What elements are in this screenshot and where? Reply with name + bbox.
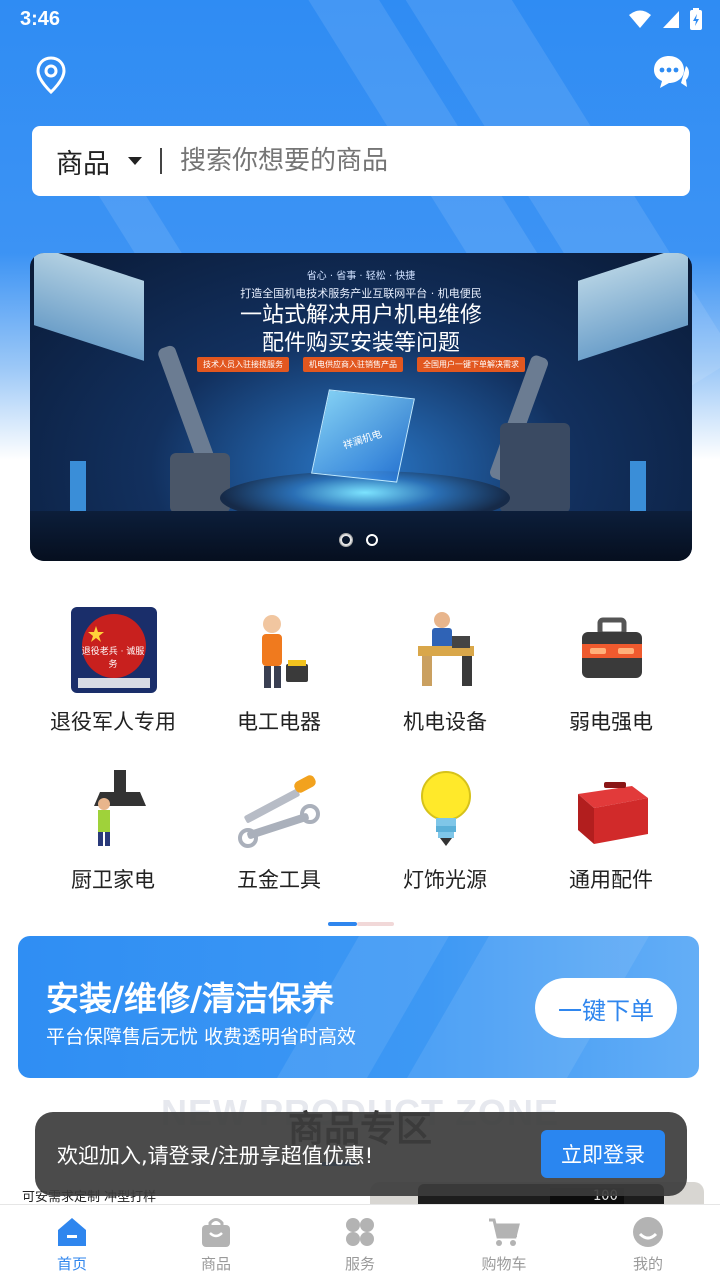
bottom-tab-bar: 首页 商品 服务 购物车 我的 bbox=[0, 1204, 720, 1280]
light-bulb-icon bbox=[421, 771, 471, 846]
login-button[interactable]: 立即登录 bbox=[541, 1130, 665, 1178]
tab-products[interactable]: 商品 bbox=[144, 1205, 288, 1280]
home-icon bbox=[58, 1218, 86, 1246]
banner-dot-1[interactable] bbox=[340, 534, 352, 546]
cell-signal-icon bbox=[663, 11, 679, 28]
category-lighting[interactable]: 灯饰光源 bbox=[362, 758, 528, 908]
tab-profile[interactable]: 我的 bbox=[576, 1205, 720, 1280]
service-subtitle: 平台保障售后无忧 收费透明省时高效 bbox=[46, 1026, 357, 1048]
tab-home[interactable]: 首页 bbox=[0, 1205, 144, 1280]
tab-services[interactable]: 服务 bbox=[288, 1205, 432, 1280]
category-equipment[interactable]: 机电设备 bbox=[362, 600, 528, 750]
banner-pill: 机电供应商入驻销售产品 bbox=[303, 357, 403, 372]
robot-arm-left-base bbox=[170, 453, 230, 513]
category-label: 退役军人专用 bbox=[50, 710, 176, 734]
category-label: 五金工具 bbox=[237, 868, 321, 892]
pager-inactive bbox=[357, 922, 394, 926]
veteran-badge-text: 退役老兵 · 诚服务 bbox=[81, 647, 145, 670]
banner-pills: 技术人员入驻接揽服务 机电供应商入驻销售产品 全国用户一键下单解决需求 bbox=[30, 357, 692, 372]
banner-tagline: 省心 · 省事 · 轻松 · 快捷 bbox=[306, 271, 416, 282]
toast-message: 欢迎加入,请登录/注册享超值优惠! bbox=[57, 1144, 374, 1168]
dropdown-caret-icon[interactable] bbox=[128, 157, 142, 165]
category-electrical[interactable]: 电工电器 bbox=[196, 600, 362, 750]
tab-label: 首页 bbox=[56, 1255, 87, 1273]
banner-dot-2[interactable] bbox=[366, 534, 378, 546]
category-power[interactable]: 弱电强电 bbox=[528, 600, 694, 750]
workstation-icon bbox=[418, 612, 474, 686]
toolbox-icon bbox=[582, 617, 642, 678]
tab-label: 购物车 bbox=[481, 1255, 527, 1273]
search-input[interactable] bbox=[180, 146, 620, 176]
category-label: 电工电器 bbox=[237, 710, 321, 734]
category-label: 厨卫家电 bbox=[71, 868, 155, 892]
status-bar: 3:46 bbox=[0, 0, 720, 40]
category-parts[interactable]: 通用配件 bbox=[528, 758, 694, 908]
category-label: 灯饰光源 bbox=[403, 868, 487, 892]
location-pin-icon[interactable] bbox=[36, 56, 66, 94]
robot-arm-right-base bbox=[500, 423, 570, 513]
banner-pole bbox=[630, 461, 646, 511]
status-icons bbox=[628, 8, 702, 30]
category-kitchen[interactable]: 厨卫家电 bbox=[30, 758, 196, 908]
category-label: 机电设备 bbox=[403, 710, 487, 734]
search-divider bbox=[160, 148, 162, 174]
services-grid-icon bbox=[346, 1218, 374, 1246]
tab-label: 商品 bbox=[200, 1255, 231, 1273]
category-hardware[interactable]: 五金工具 bbox=[196, 758, 362, 908]
tab-label: 服务 bbox=[344, 1255, 375, 1273]
category-label: 弱电强电 bbox=[569, 710, 653, 734]
range-hood-icon bbox=[94, 770, 146, 846]
category-veterans[interactable]: 退役老兵 · 诚服务 退役军人专用 bbox=[30, 600, 196, 750]
tab-cart[interactable]: 购物车 bbox=[432, 1205, 576, 1280]
banner-pole bbox=[70, 461, 86, 511]
screwdriver-wrench-icon bbox=[238, 775, 320, 848]
banner-pill: 全国用户一键下单解决需求 bbox=[417, 357, 525, 372]
banner-pagination bbox=[340, 534, 378, 546]
one-click-order-button[interactable]: 一键下单 bbox=[535, 978, 677, 1038]
banner-pill: 技术人员入驻接揽服务 bbox=[197, 357, 289, 372]
battery-icon bbox=[690, 8, 702, 30]
search-category-select[interactable]: 商品 bbox=[56, 142, 110, 181]
cart-icon bbox=[489, 1218, 520, 1246]
search-bar: 商品 bbox=[32, 126, 690, 196]
tab-label: 我的 bbox=[632, 1255, 663, 1273]
pager-active bbox=[328, 922, 357, 926]
category-pager-indicator bbox=[328, 922, 394, 926]
message-chat-icon[interactable] bbox=[650, 52, 692, 94]
shopping-bag-icon bbox=[202, 1218, 230, 1247]
electrician-icon bbox=[262, 615, 308, 688]
promo-banner[interactable]: 祥澜机电 省心 · 省事 · 轻松 · 快捷 打造全国机电技术服务产业互联网平台… bbox=[30, 253, 692, 561]
banner-title-line2: 配件购买安装等问题 bbox=[261, 331, 460, 356]
status-time: 3:46 bbox=[20, 8, 61, 30]
login-prompt-toast: 欢迎加入,请登录/注册享超值优惠! 立即登录 bbox=[35, 1112, 687, 1196]
category-label: 通用配件 bbox=[569, 868, 653, 892]
wifi-icon bbox=[629, 10, 651, 28]
service-card[interactable]: 安装/维修/清洁保养 平台保障售后无忧 收费透明省时高效 一键下单 bbox=[18, 936, 699, 1078]
profile-icon bbox=[633, 1217, 663, 1247]
service-title: 安装/维修/清洁保养 bbox=[46, 979, 335, 1018]
red-toolbox-icon bbox=[578, 782, 648, 844]
